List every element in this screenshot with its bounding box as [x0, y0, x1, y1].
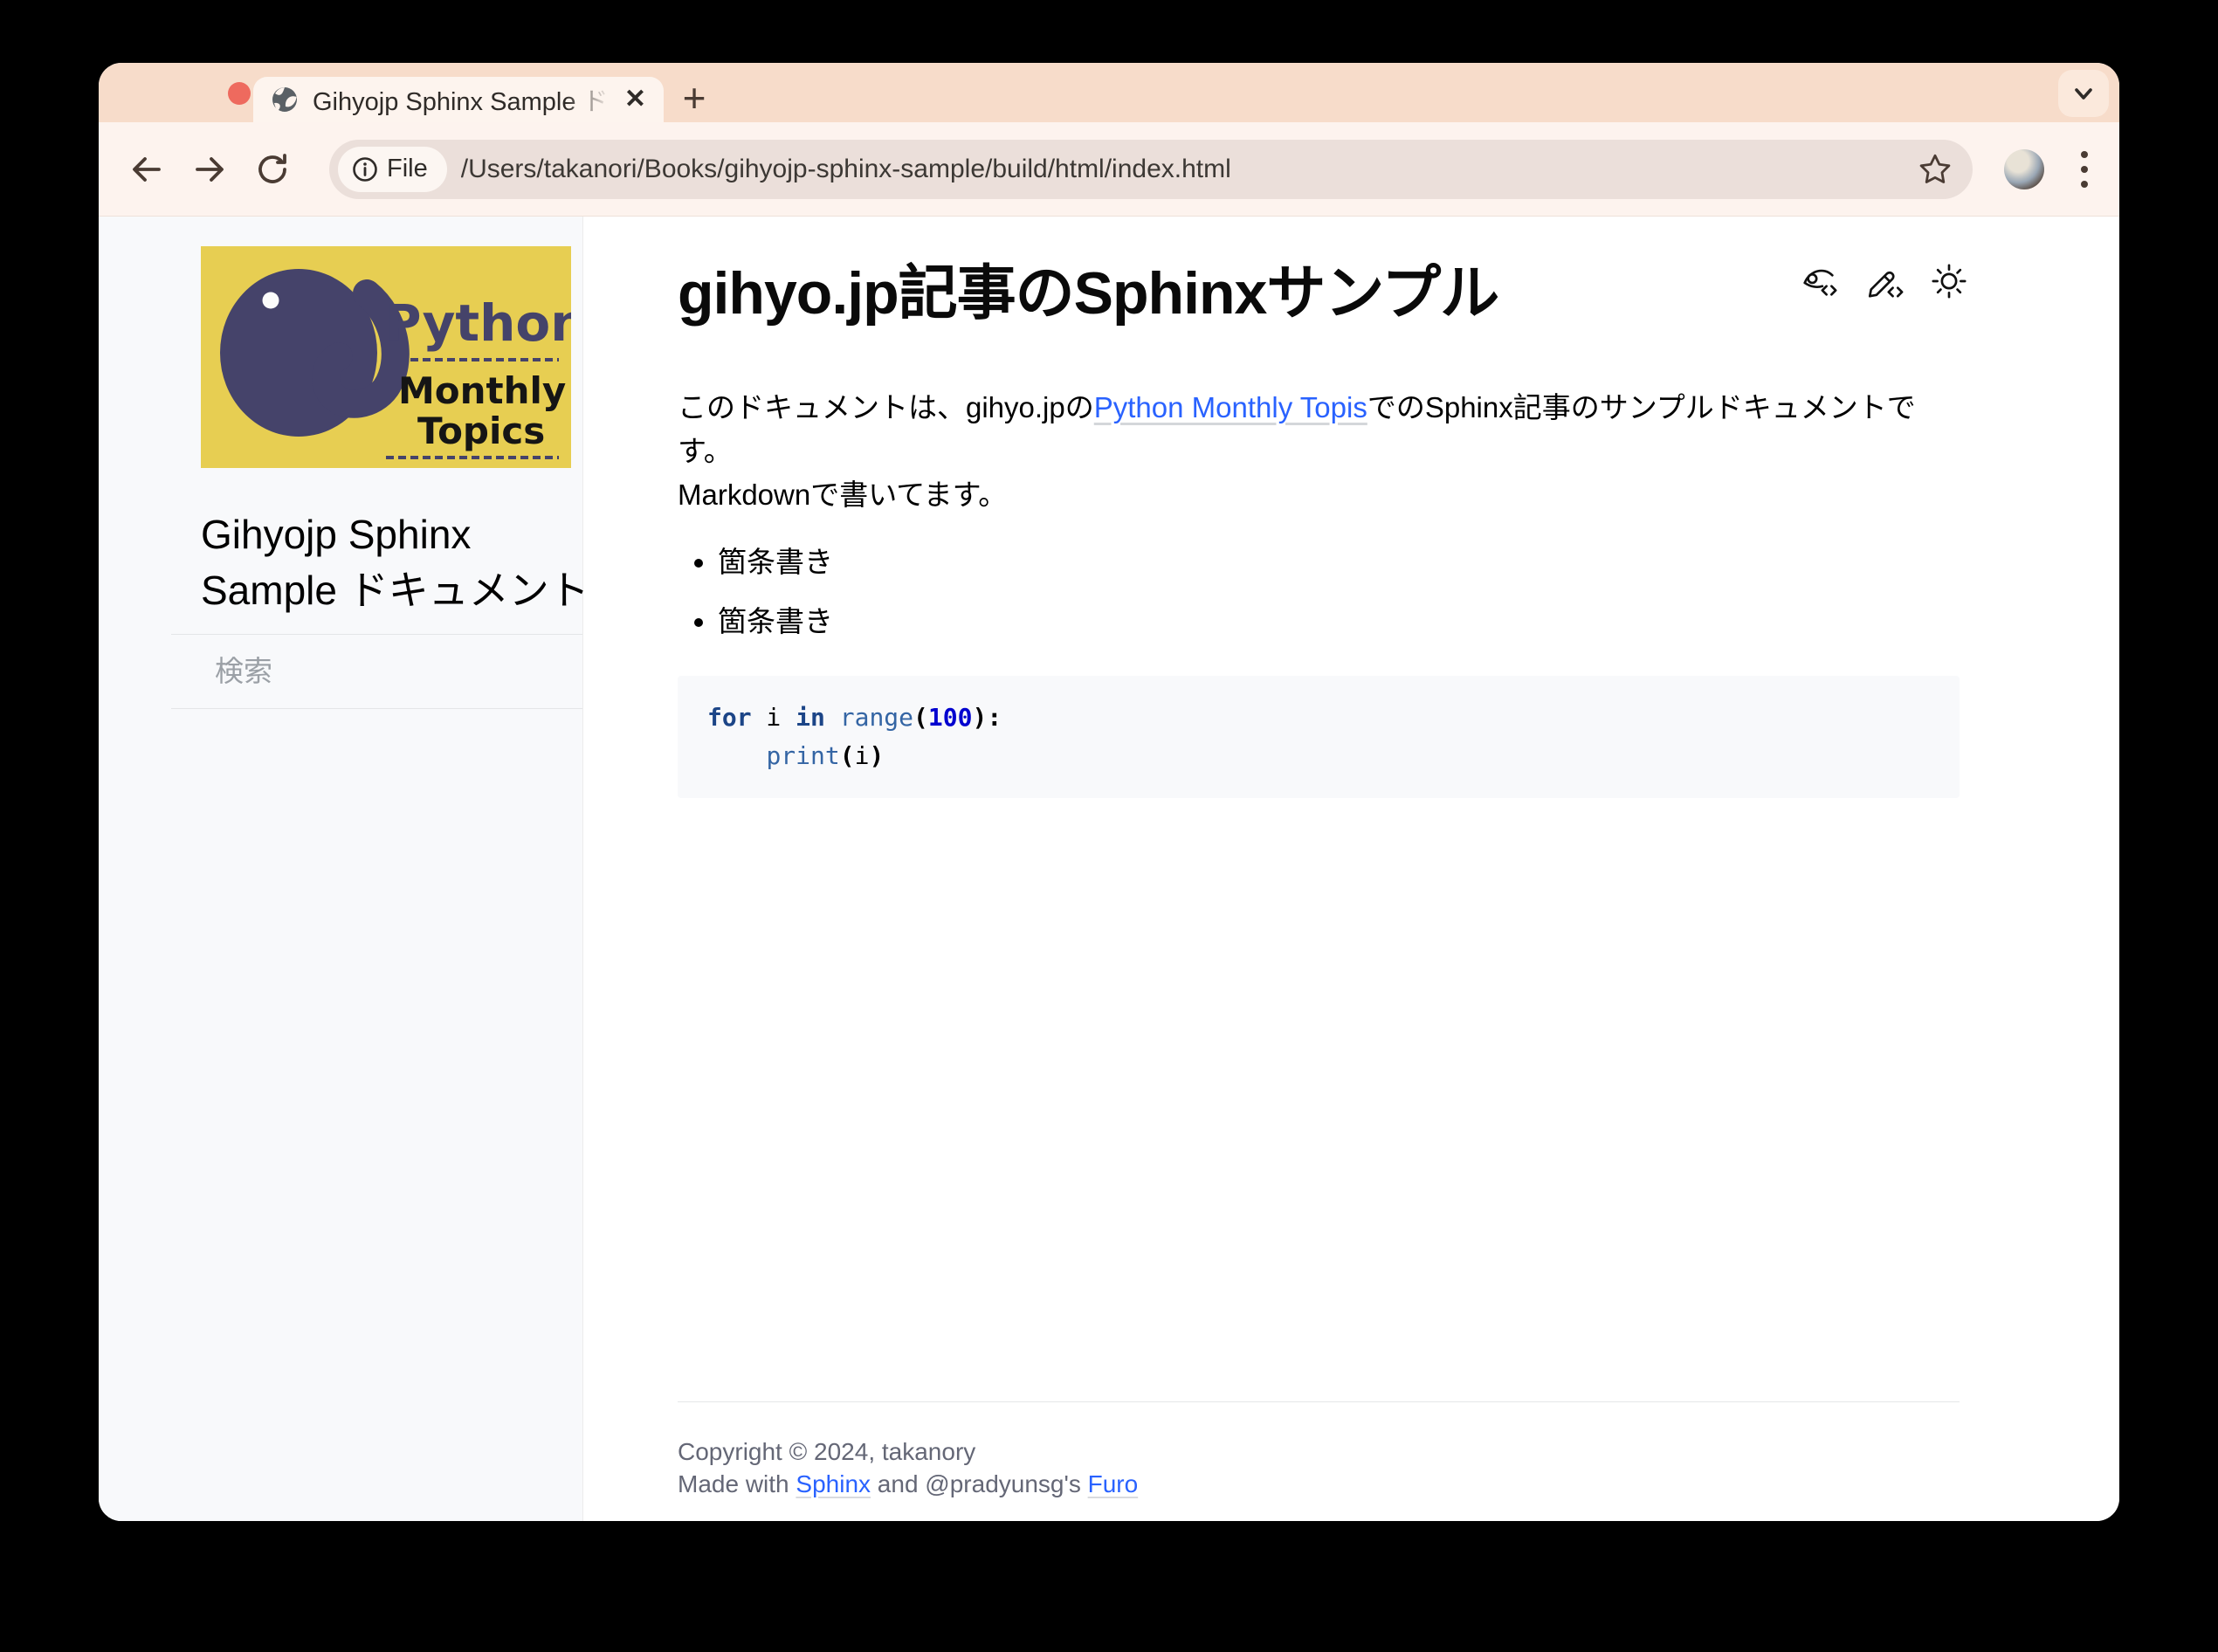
view-source-icon[interactable] [1801, 262, 1839, 300]
light-dark-toggle-icon[interactable] [1930, 262, 1968, 300]
list-item: 箇条書き [718, 540, 1960, 585]
browser-tab[interactable]: Gihyojp Sphinx Sample ドキュ ✕ [253, 77, 664, 122]
code-token [825, 703, 840, 732]
main-area: gihyo.jp記事のSphinxサンプル このドキュメントは、gihyo.jp… [583, 217, 2119, 1521]
code-token: for [707, 703, 752, 732]
svg-text:Monthly: Monthly [398, 369, 566, 412]
page-viewport: Python Monthly Topics Gihyojp Sphinx Sam… [99, 217, 2119, 1521]
code-token: i [855, 741, 870, 770]
code-token: print [766, 741, 839, 770]
browser-menu-button[interactable] [2076, 146, 2093, 193]
paragraph-text: Markdownで書いてます。 [678, 478, 1007, 511]
intro-paragraph: このドキュメントは、gihyo.jpのPython Monthly Topisで… [678, 386, 1960, 517]
furo-link[interactable]: Furo [1088, 1470, 1139, 1497]
page-footer: Copyright © 2024, takanory Made with Sph… [678, 1401, 1960, 1521]
sidebar-search[interactable] [171, 634, 582, 709]
browser-toolbar: File /Users/takanori/Books/gihyojp-sphin… [99, 122, 2119, 217]
code-token: range [840, 703, 913, 732]
list-item: 箇条書き [718, 599, 1960, 644]
browser-window: Gihyojp Sphinx Sample ドキュ ✕ + [99, 63, 2119, 1521]
close-window-button[interactable] [228, 82, 251, 105]
sphinx-link[interactable]: Sphinx [796, 1470, 871, 1497]
svg-text:Python: Python [384, 293, 571, 353]
back-icon [127, 150, 166, 189]
forward-icon [190, 150, 229, 189]
svg-text:Topics: Topics [417, 410, 545, 452]
file-chip-label: File [387, 155, 428, 183]
made-with-text: Made with Sphinx and @pradyunsg's Furo [678, 1468, 1960, 1500]
project-title[interactable]: Gihyojp Sphinx Sample ドキュメント [201, 506, 596, 618]
code-token: ( [913, 703, 928, 732]
footer-text: and @pradyunsg's [871, 1470, 1088, 1497]
python-monthly-topics-logo: Python Monthly Topics [201, 246, 571, 468]
python-monthly-topics-link[interactable]: Python Monthly Topis [1094, 391, 1367, 423]
code-token: 100 [928, 703, 973, 732]
tab-title: Gihyojp Sphinx Sample ドキュ [313, 81, 610, 118]
url-text[interactable]: /Users/takanori/Books/gihyojp-sphinx-sam… [461, 155, 1917, 184]
copyright-text: Copyright © 2024, takanory [678, 1435, 1960, 1468]
profile-avatar[interactable] [2004, 149, 2044, 189]
paragraph-text: このドキュメントは、gihyo.jpの [678, 391, 1094, 423]
code-token: in [796, 703, 825, 732]
page-title: gihyo.jp記事のSphinxサンプル [678, 257, 1960, 330]
code-block[interactable]: for i in range(100): print(i) [678, 676, 1960, 798]
code-token: i [752, 703, 796, 732]
tab-search-chevron-button[interactable] [2058, 70, 2109, 117]
reload-icon [253, 150, 292, 189]
forward-button[interactable] [183, 142, 237, 196]
code-token: ) [869, 741, 884, 770]
page-action-icons [1801, 262, 1968, 300]
edit-source-icon[interactable] [1865, 262, 1904, 300]
article: gihyo.jp記事のSphinxサンプル このドキュメントは、gihyo.jp… [678, 217, 1960, 798]
file-scheme-chip[interactable]: File [338, 147, 447, 192]
bookmark-star-icon[interactable] [1917, 151, 1953, 188]
code-token [707, 741, 766, 770]
reload-button[interactable] [245, 142, 300, 196]
back-button[interactable] [120, 142, 174, 196]
footer-text: Made with [678, 1470, 796, 1497]
new-tab-button[interactable]: + [668, 72, 720, 124]
code-token: ( [840, 741, 855, 770]
bullet-list: 箇条書き 箇条書き [678, 540, 1960, 644]
chevron-down-icon [2070, 79, 2097, 107]
tab-strip: Gihyojp Sphinx Sample ドキュ ✕ + [99, 63, 2119, 122]
sidebar: Python Monthly Topics Gihyojp Sphinx Sam… [99, 217, 583, 1521]
tab-close-icon[interactable]: ✕ [624, 86, 646, 113]
info-icon [352, 156, 378, 182]
address-bar[interactable]: File /Users/takanori/Books/gihyojp-sphin… [329, 140, 1973, 199]
code-token: ): [972, 703, 1002, 732]
globe-favicon-icon [271, 86, 299, 114]
search-input[interactable] [215, 655, 586, 688]
